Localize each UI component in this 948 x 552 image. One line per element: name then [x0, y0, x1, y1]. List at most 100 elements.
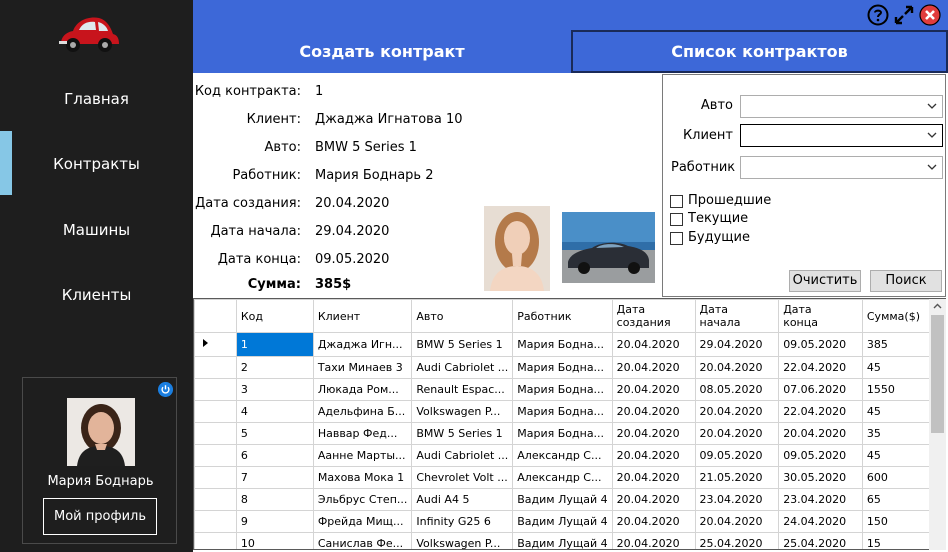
- table-cell[interactable]: 8: [235, 488, 314, 511]
- my-profile-button[interactable]: Мой профиль: [43, 498, 157, 535]
- column-header-start[interactable]: Дата начала: [694, 299, 780, 333]
- table-cell[interactable]: 22.04.2020: [778, 356, 863, 379]
- help-icon[interactable]: [867, 4, 889, 26]
- table-cell[interactable]: Наввар Фед...: [312, 422, 413, 445]
- table-cell[interactable]: 07.06.2020: [778, 378, 863, 401]
- table-cell[interactable]: 4: [235, 400, 314, 423]
- table-cell[interactable]: 10: [235, 532, 314, 549]
- row-header[interactable]: [194, 378, 237, 401]
- grid-scrollbar[interactable]: [929, 299, 946, 550]
- table-cell[interactable]: 3: [235, 378, 314, 401]
- table-cell[interactable]: 24.04.2020: [778, 510, 863, 533]
- table-cell[interactable]: Audi A4 5: [411, 488, 514, 511]
- nav-item-clients[interactable]: Клиенты: [0, 263, 193, 327]
- table-cell[interactable]: 20.04.2020: [611, 356, 696, 379]
- filter-worker-select[interactable]: [740, 156, 943, 179]
- table-cell[interactable]: Фрейда Мищ...: [312, 510, 413, 533]
- table-cell[interactable]: Люкада Ром...: [312, 378, 413, 401]
- table-cell[interactable]: 09.05.2020: [694, 444, 780, 467]
- table-cell[interactable]: Александр С...: [512, 466, 613, 489]
- table-cell[interactable]: Мария Бодна...: [512, 356, 613, 379]
- row-header[interactable]: [194, 332, 237, 357]
- table-cell[interactable]: 20.04.2020: [611, 444, 696, 467]
- table-cell[interactable]: 20.04.2020: [694, 400, 780, 423]
- table-cell[interactable]: 25.04.2020: [778, 532, 863, 549]
- clear-button[interactable]: Очистить: [789, 270, 861, 292]
- table-cell[interactable]: 25.04.2020: [694, 532, 780, 549]
- expand-icon[interactable]: [893, 4, 915, 26]
- table-cell[interactable]: Александр С...: [512, 444, 613, 467]
- tab-create-contract[interactable]: Создать контракт: [193, 30, 571, 73]
- table-cell[interactable]: Эльбрус Степ...: [312, 488, 413, 511]
- table-row[interactable]: 4 Адельфина Б... Volkswagen P... Мария Бодн…: [194, 400, 945, 423]
- table-cell[interactable]: Мария Бодна...: [512, 400, 613, 423]
- column-header-end[interactable]: Дата конца: [778, 299, 863, 333]
- table-cell[interactable]: 20.04.2020: [611, 466, 696, 489]
- nav-item-contracts[interactable]: Контракты: [0, 132, 193, 196]
- table-cell[interactable]: 9: [235, 510, 314, 533]
- table-cell[interactable]: Вадим Лущай 4: [512, 488, 613, 511]
- table-cell[interactable]: Мария Бодна...: [512, 332, 613, 357]
- table-cell[interactable]: Аанне Марты...: [312, 444, 413, 467]
- table-cell[interactable]: 20.04.2020: [694, 356, 780, 379]
- table-cell[interactable]: Chevrolet Volt ...: [411, 466, 514, 489]
- column-header-client[interactable]: Клиент: [312, 299, 413, 333]
- table-cell[interactable]: 23.04.2020: [694, 488, 780, 511]
- table-cell[interactable]: 7: [235, 466, 314, 489]
- scroll-up-icon[interactable]: [933, 303, 942, 310]
- checkbox-current[interactable]: [670, 213, 683, 226]
- table-cell[interactable]: 20.04.2020: [611, 532, 696, 549]
- table-cell[interactable]: 23.04.2020: [778, 488, 863, 511]
- table-row[interactable]: 2 Тахи Минаев 3 Audi Cabriolet ... Мария Бо…: [194, 356, 945, 379]
- table-cell[interactable]: Вадим Лущай 4: [512, 510, 613, 533]
- table-row[interactable]: 1 Джаджа Игн... BMW 5 Series 1 Мария Бодна.…: [194, 332, 945, 357]
- row-header[interactable]: [194, 488, 237, 511]
- table-cell[interactable]: 20.04.2020: [611, 422, 696, 445]
- table-row[interactable]: 6 Аанне Марты... Audi Cabriolet ... Алексан…: [194, 444, 945, 467]
- table-cell[interactable]: 6: [235, 444, 314, 467]
- close-icon[interactable]: [919, 4, 941, 26]
- table-cell[interactable]: 20.04.2020: [611, 378, 696, 401]
- table-cell[interactable]: 2: [235, 356, 314, 379]
- search-button[interactable]: Поиск: [870, 270, 942, 292]
- table-cell[interactable]: Адельфина Б...: [312, 400, 413, 423]
- checkbox-past[interactable]: [670, 195, 683, 208]
- table-cell[interactable]: 09.05.2020: [778, 444, 863, 467]
- table-cell[interactable]: Мария Бодна...: [512, 378, 613, 401]
- power-icon[interactable]: [158, 382, 173, 397]
- row-header[interactable]: [194, 466, 237, 489]
- table-cell[interactable]: 20.04.2020: [611, 332, 696, 357]
- table-cell[interactable]: Тахи Минаев 3: [312, 356, 413, 379]
- table-cell[interactable]: Volkswagen P...: [411, 532, 514, 549]
- table-cell[interactable]: Мария Бодна...: [512, 422, 613, 445]
- table-cell[interactable]: 20.04.2020: [611, 400, 696, 423]
- table-cell[interactable]: 20.04.2020: [694, 422, 780, 445]
- table-cell[interactable]: 30.05.2020: [778, 466, 863, 489]
- row-header[interactable]: [194, 400, 237, 423]
- tab-contract-list[interactable]: Список контрактов: [571, 30, 948, 73]
- table-cell[interactable]: 29.04.2020: [694, 332, 780, 357]
- table-cell[interactable]: 08.05.2020: [694, 378, 780, 401]
- table-cell[interactable]: 09.05.2020: [778, 332, 863, 357]
- column-header-worker[interactable]: Работник: [512, 299, 613, 333]
- table-row[interactable]: 7 Махова Мока 1 Chevrolet Volt ... Александ…: [194, 466, 945, 489]
- table-cell[interactable]: BMW 5 Series 1: [411, 332, 514, 357]
- table-row[interactable]: 9 Фрейда Мищ... Infinity G25 6 Вадим Лущай …: [194, 510, 945, 533]
- table-cell[interactable]: 20.04.2020: [778, 422, 863, 445]
- filter-auto-select[interactable]: [740, 95, 943, 118]
- row-header[interactable]: [194, 444, 237, 467]
- table-cell[interactable]: 20.04.2020: [611, 510, 696, 533]
- checkbox-future[interactable]: [670, 232, 683, 245]
- table-cell[interactable]: 22.04.2020: [778, 400, 863, 423]
- table-cell[interactable]: 21.05.2020: [694, 466, 780, 489]
- row-header[interactable]: [194, 422, 237, 445]
- table-cell[interactable]: 20.04.2020: [611, 488, 696, 511]
- table-cell[interactable]: Джаджа Игн...: [312, 332, 413, 357]
- table-cell[interactable]: Infinity G25 6: [411, 510, 514, 533]
- table-cell[interactable]: Audi Cabriolet ...: [411, 444, 514, 467]
- table-cell[interactable]: Махова Мока 1: [312, 466, 413, 489]
- table-cell[interactable]: Renault Espac...: [411, 378, 514, 401]
- table-row[interactable]: 10 Санислав Фе... Volkswagen P... Вадим Лущ…: [194, 532, 945, 549]
- table-cell[interactable]: 1: [235, 332, 314, 357]
- column-header-code[interactable]: Код: [235, 299, 314, 333]
